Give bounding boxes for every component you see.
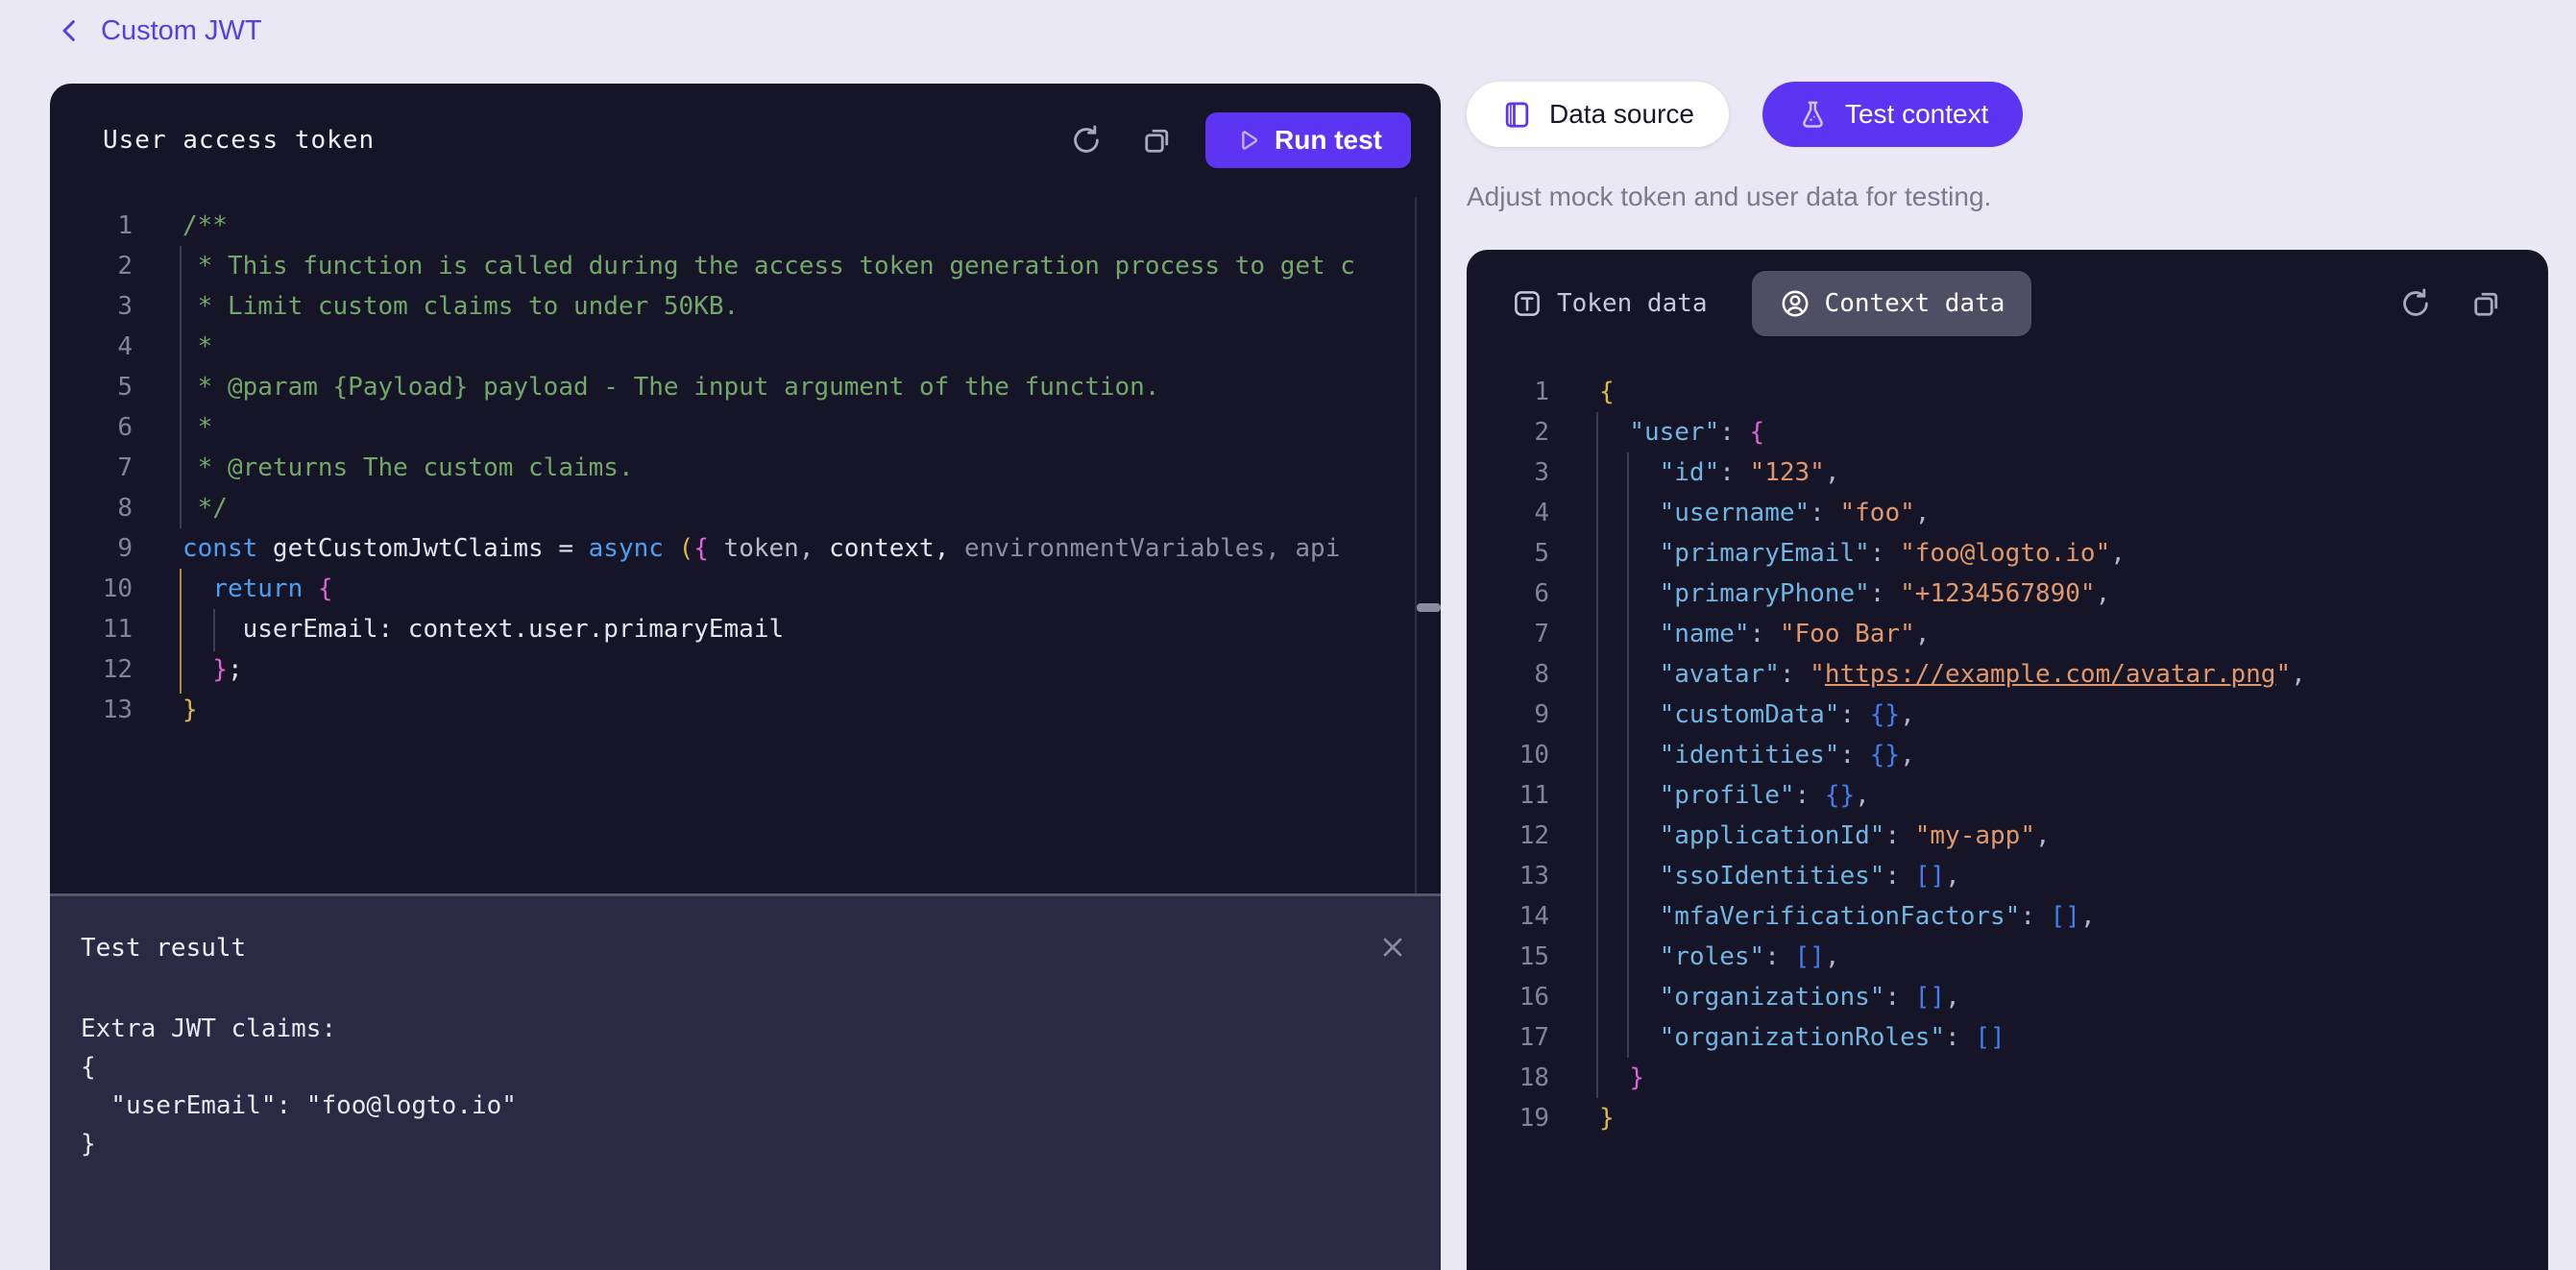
tab-context-data[interactable]: Context data [1752,271,2032,336]
scrollbar-thumb[interactable] [1417,603,1441,612]
line-number: 8 [50,488,133,528]
line-number: 1 [1467,372,1549,412]
line-number: 9 [1467,695,1549,735]
test-context-pill[interactable]: Test context [1762,82,2023,147]
code-line: 11 userEmail: context.user.primaryEmail [50,609,1441,649]
code-line: 5 * @param {Payload} payload - The input… [50,367,1441,407]
tab-token-data[interactable]: Token data [1511,287,1708,320]
code-line: 13} [50,690,1441,730]
line-number: 11 [1467,775,1549,816]
test-result-header: Test result [81,896,1410,965]
context-hint: Adjust mock token and user data for test… [1467,182,1991,212]
indent-guide [1627,452,1629,1058]
line-number: 7 [50,448,133,488]
data-source-pill[interactable]: Data source [1467,82,1729,147]
editor-ruler [1415,197,1417,893]
code-line: 1{ [1467,372,2548,412]
code-line: 3 * Limit custom claims to under 50KB. [50,286,1441,327]
code-line: 12 }; [50,649,1441,690]
reset-context-button[interactable] [2396,284,2435,323]
line-number: 1 [50,206,133,246]
indent-guide [1596,412,1598,1098]
code-line: 4 * [50,327,1441,367]
line-number: 11 [50,609,133,649]
line-number: 17 [1467,1017,1549,1058]
context-data-header: Token data Context data [1467,250,2548,357]
code-line: 1/** [50,206,1441,246]
data-source-label: Data source [1549,99,1694,130]
line-number: 8 [1467,654,1549,695]
code-line: 6 * [50,407,1441,448]
test-result-content: Extra JWT claims: { "userEmail": "foo@lo… [81,1010,1410,1163]
line-number: 6 [1467,574,1549,614]
line-number: 12 [50,649,133,690]
copy-context-button[interactable] [2467,284,2506,323]
line-number: 13 [50,690,133,730]
indent-guide [213,609,215,651]
line-number: 14 [1467,896,1549,937]
book-icon [1501,99,1533,131]
tab-token-data-label: Token data [1557,289,1708,318]
flask-icon [1797,99,1829,131]
copy-icon [2469,286,2504,321]
mode-toggle: Data source Test context [1467,82,2023,147]
code-line: 18 } [1467,1058,2548,1098]
line-number: 3 [1467,452,1549,493]
indent-guide-active [180,569,182,694]
code-editor[interactable]: 1/**2 * This function is called during t… [50,197,1441,893]
line-number: 4 [1467,493,1549,533]
copy-icon [1140,123,1175,158]
chevron-left-icon [55,13,85,48]
close-icon [1377,932,1408,963]
test-context-label: Test context [1845,99,1988,130]
code-line: 19} [1467,1098,2548,1138]
custom-jwt-page: Custom JWT User access token Run test [0,0,2576,1270]
editor-title: User access token [103,126,375,155]
close-result-button[interactable] [1375,931,1410,965]
line-number: 13 [1467,856,1549,896]
line-number: 10 [50,569,133,609]
back-link[interactable]: Custom JWT [55,13,262,48]
line-number: 3 [50,286,133,327]
code-line: 7 * @returns The custom claims. [50,448,1441,488]
line-number: 2 [1467,412,1549,452]
line-number: 16 [1467,977,1549,1017]
line-number: 5 [50,367,133,407]
line-number: 12 [1467,816,1549,856]
indent-guide [180,246,182,528]
play-icon [1234,127,1261,154]
test-result-title: Test result [81,934,246,963]
refresh-icon [2398,286,2433,321]
code-lines: 1/**2 * This function is called during t… [50,206,1441,730]
line-number: 9 [50,528,133,569]
code-line: 2 "user": { [1467,412,2548,452]
line-number: 6 [50,407,133,448]
code-line: 8 */ [50,488,1441,528]
line-number: 2 [50,246,133,286]
tab-context-data-label: Context data [1825,289,2005,318]
line-number: 7 [1467,614,1549,654]
token-editor-panel: User access token Run test 1/**2 * This … [50,84,1441,1270]
code-line: 10 return { [50,569,1441,609]
context-json-editor[interactable]: 1{2 "user": {3 "id": "123",4 "username":… [1467,357,2548,1270]
run-test-label: Run test [1275,125,1382,156]
test-result-panel: Test result Extra JWT claims: { "userEma… [50,896,1441,1270]
code-line: 9const getCustomJwtClaims = async ({ tok… [50,528,1441,569]
line-number: 15 [1467,937,1549,977]
line-number: 19 [1467,1098,1549,1138]
back-link-label: Custom JWT [101,15,262,47]
line-number: 4 [50,327,133,367]
line-number: 10 [1467,735,1549,775]
token-icon [1511,287,1543,320]
run-test-button[interactable]: Run test [1205,112,1411,168]
refresh-icon [1069,123,1104,158]
user-circle-icon [1779,287,1811,320]
reset-code-button[interactable] [1067,121,1106,159]
code-line: 2 * This function is called during the a… [50,246,1441,286]
line-number: 5 [1467,533,1549,574]
editor-header: User access token Run test [50,84,1441,197]
context-data-panel: Token data Context data 1{2 "user": {3 "… [1467,250,2548,1270]
copy-code-button[interactable] [1138,121,1177,159]
line-number: 18 [1467,1058,1549,1098]
